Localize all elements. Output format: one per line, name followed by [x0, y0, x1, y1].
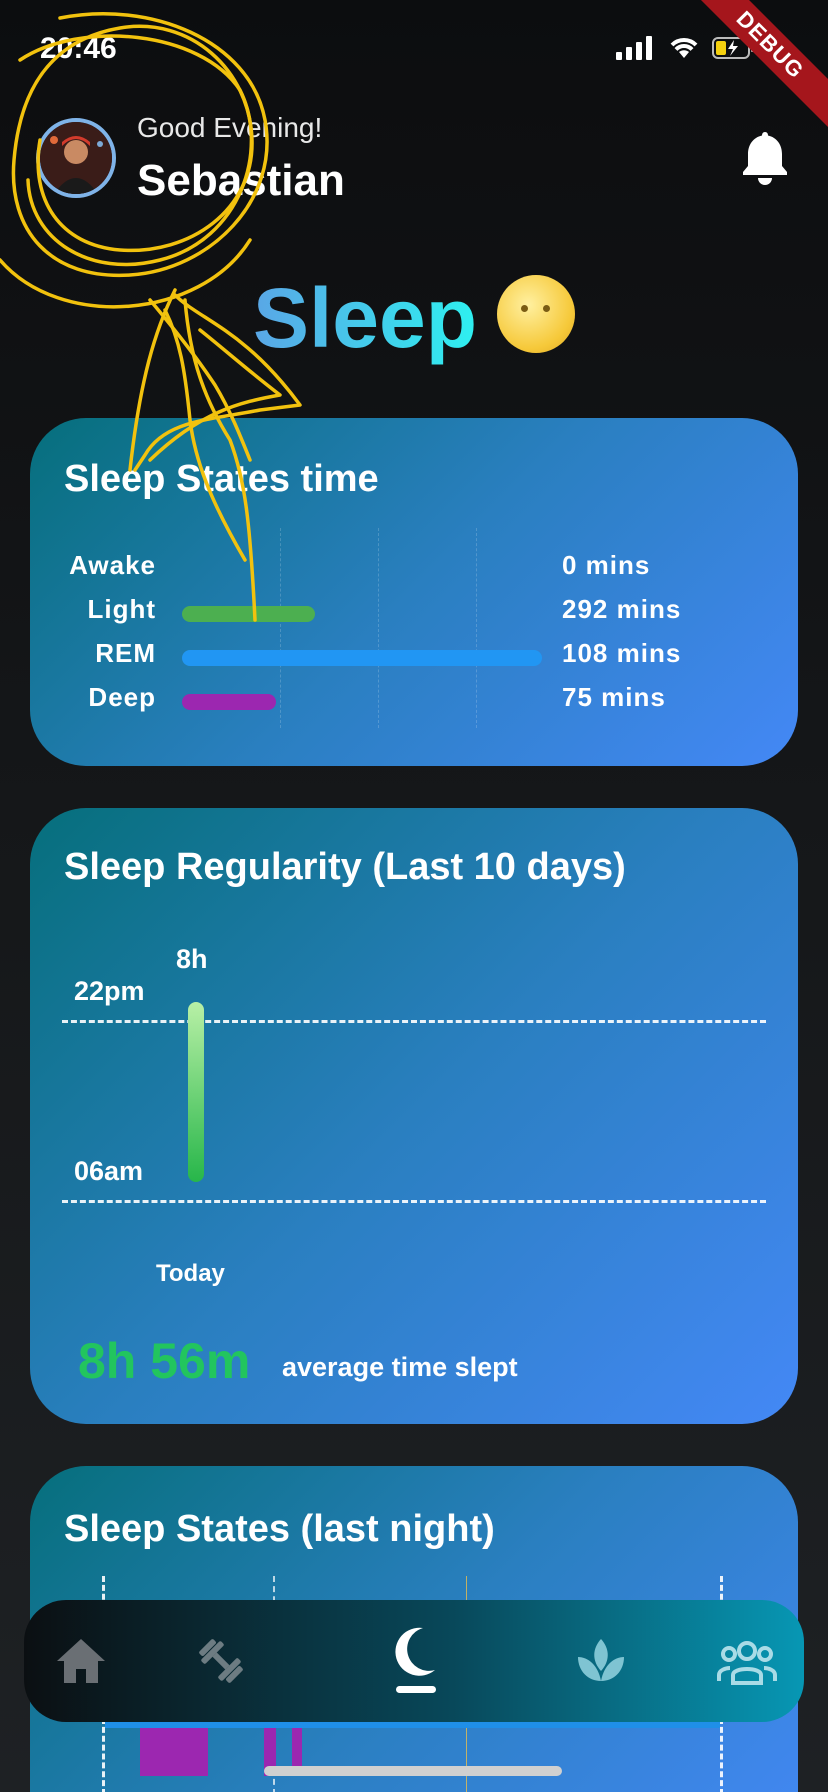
state-row-light: Light 292 mins	[30, 594, 798, 634]
nav-community[interactable]	[692, 1600, 802, 1722]
user-name: Sebastian	[137, 156, 345, 205]
card-title: Sleep Regularity (Last 10 days)	[64, 846, 626, 888]
average-sleep-value: 8h 56m	[78, 1333, 251, 1389]
lotus-icon	[578, 1639, 624, 1681]
sleep-regularity-card: Sleep Regularity (Last 10 days) 8h 22pm …	[30, 808, 798, 1424]
state-bar	[182, 606, 315, 622]
card-title: Sleep States time	[64, 458, 379, 500]
moon-icon	[395, 1627, 435, 1676]
state-value: 0 mins	[562, 550, 651, 580]
active-tab-indicator	[396, 1686, 436, 1693]
nav-workout[interactable]	[166, 1600, 276, 1722]
state-row-awake: Awake 0 mins	[30, 550, 798, 590]
wifi-icon	[670, 38, 698, 58]
status-time: 20:46	[40, 32, 117, 65]
page-title: Sleep	[0, 270, 828, 367]
dumbbell-icon	[199, 1639, 243, 1683]
wake-line	[62, 1200, 766, 1203]
bottom-nav	[24, 1600, 804, 1722]
home-indicator[interactable]	[264, 1766, 562, 1776]
bar-duration-label: 8h	[176, 944, 208, 974]
sleep-states-time-card: Sleep States time Awake 0 mins Light 292 mi…	[30, 418, 798, 766]
moon-face-icon	[497, 275, 576, 353]
home-icon	[57, 1639, 105, 1683]
day-label: Today	[156, 1260, 225, 1287]
debug-ribbon: DEBUG	[680, 0, 828, 135]
deep-segment	[140, 1728, 208, 1776]
avatar[interactable]	[36, 118, 116, 198]
wake-time-label: 06am	[74, 1156, 144, 1186]
state-label: REM	[95, 638, 156, 668]
state-label: Light	[87, 594, 156, 624]
greeting-text: Good Evening!	[137, 112, 323, 143]
signal-icon	[616, 36, 652, 60]
state-row-deep: Deep 75 mins	[30, 682, 798, 722]
state-label: Awake	[69, 550, 156, 580]
nav-sleep[interactable]	[360, 1600, 470, 1722]
sleep-duration-bar[interactable]	[188, 1002, 204, 1182]
nav-mindfulness[interactable]	[546, 1600, 656, 1722]
sleep-screen: 20:46 DEBUG Good Evening! Sebastian Slee…	[0, 0, 828, 1792]
state-value: 75 mins	[562, 682, 666, 712]
state-value: 108 mins	[562, 638, 682, 668]
average-sleep-caption: average time slept	[282, 1352, 518, 1382]
bedtime-label: 22pm	[74, 976, 145, 1006]
page-title-text: Sleep	[252, 271, 478, 365]
state-row-rem: REM 108 mins	[30, 638, 798, 678]
state-value: 292 mins	[562, 594, 682, 624]
bedtime-line	[62, 1020, 766, 1023]
state-bar	[182, 694, 276, 710]
state-bar	[182, 650, 542, 666]
bell-icon[interactable]	[740, 130, 790, 186]
state-label: Deep	[88, 682, 156, 712]
card-title: Sleep States (last night)	[64, 1508, 495, 1550]
group-icon	[717, 1641, 777, 1685]
status-icons	[616, 36, 756, 60]
nav-home[interactable]	[26, 1600, 136, 1722]
